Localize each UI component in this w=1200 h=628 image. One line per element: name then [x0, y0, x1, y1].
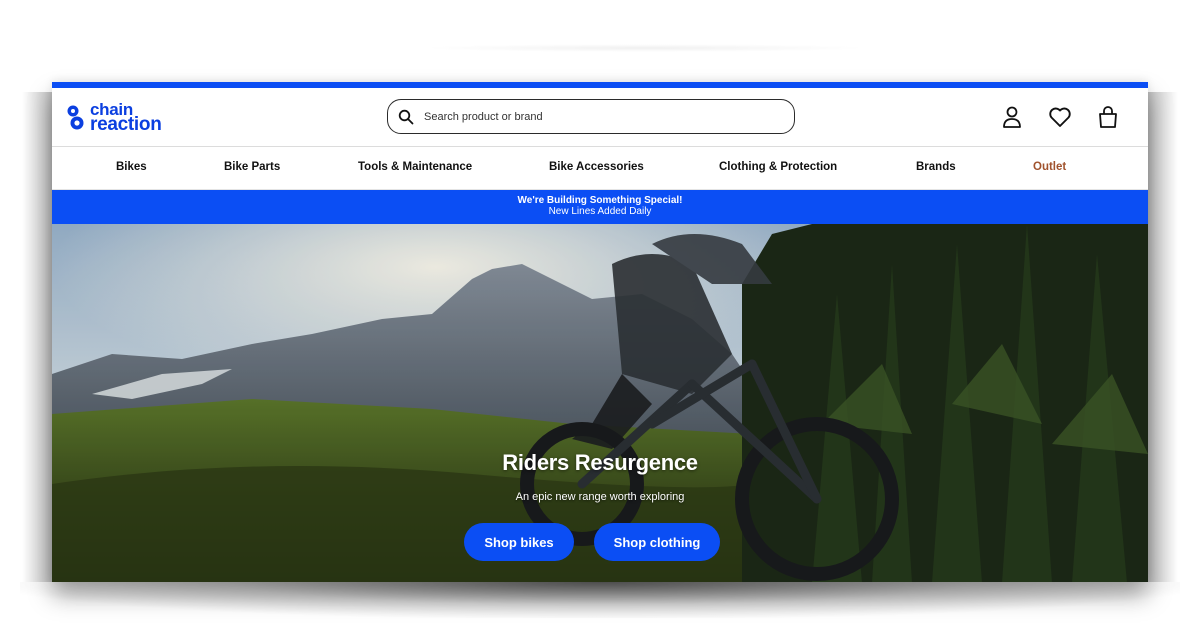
wishlist-heart-icon[interactable] [1048, 104, 1072, 130]
shop-bikes-button[interactable]: Shop bikes [464, 523, 574, 561]
search-bar[interactable] [387, 99, 795, 134]
search-input[interactable] [422, 109, 786, 124]
nav-item-brands[interactable]: Brands [916, 161, 956, 173]
promo-headline: We're Building Something Special! [517, 195, 683, 206]
frame-shadow-bottom [20, 582, 1180, 618]
top-haze [420, 44, 870, 52]
nav-item-outlet[interactable]: Outlet [1033, 161, 1066, 173]
site-header: chain reaction [52, 88, 1148, 147]
search-icon [398, 109, 414, 124]
shop-clothing-button[interactable]: Shop clothing [594, 523, 720, 561]
promo-banner[interactable]: We're Building Something Special! New Li… [52, 190, 1148, 224]
site-logo[interactable]: chain reaction [66, 101, 162, 135]
nav-item-bike-parts[interactable]: Bike Parts [224, 161, 280, 173]
account-icon[interactable] [1000, 104, 1024, 130]
logo-line-2: reaction [90, 114, 162, 135]
browser-frame: chain reaction Search product or brand B… [52, 82, 1148, 582]
logo-wordmark: chain reaction [90, 101, 162, 135]
frame-shadow-left [22, 92, 52, 582]
nav-item-bike-accessories[interactable]: Bike Accessories [549, 161, 644, 173]
frame-shadow-right [1148, 92, 1178, 582]
header-actions [1000, 104, 1120, 130]
hero-subtitle: An epic new range worth exploring [515, 491, 685, 503]
main-navigation: Bikes Bike Parts Tools & Maintenance Bik… [52, 147, 1148, 190]
nav-item-clothing-protection[interactable]: Clothing & Protection [719, 161, 837, 173]
promo-subline: New Lines Added Daily [548, 206, 652, 217]
nav-item-tools-maintenance[interactable]: Tools & Maintenance [358, 161, 472, 173]
hero-banner: Riders Resurgence An epic new range wort… [52, 224, 1148, 582]
hero-title: Riders Resurgence [502, 450, 698, 475]
basket-icon[interactable] [1096, 104, 1120, 130]
nav-item-bikes[interactable]: Bikes [116, 161, 147, 173]
chain-link-logo-icon [67, 105, 84, 130]
